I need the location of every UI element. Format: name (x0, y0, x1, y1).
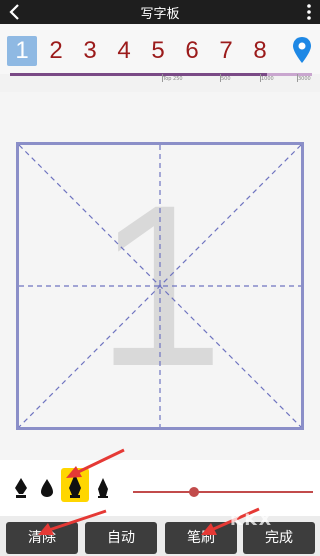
watermark: KKX (230, 510, 274, 529)
number-3-tab[interactable]: 3 (75, 36, 105, 66)
calligraphy-brush-icon[interactable] (90, 472, 116, 502)
character-selector: 1 2 3 4 5 6 7 8 (0, 24, 320, 74)
auto-button[interactable]: 自动 (85, 522, 157, 554)
page-title: 写字板 (140, 7, 180, 22)
stroke-size-slider[interactable] (133, 485, 313, 499)
slider-handle[interactable] (189, 487, 200, 497)
brush-toolbar (0, 460, 320, 516)
tian-zi-grid[interactable]: 1 (16, 142, 304, 430)
grid-lines (16, 142, 304, 430)
number-8-tab[interactable]: 8 (245, 36, 275, 66)
writing-canvas[interactable]: 1 (0, 92, 320, 460)
number-4-tab[interactable]: 4 (109, 36, 139, 66)
location-pin-icon[interactable] (291, 36, 313, 64)
number-7-tab[interactable]: 7 (211, 36, 241, 66)
more-options-icon[interactable] (304, 3, 314, 21)
tick-label: Top 250 (162, 74, 183, 82)
brush-pen-icon (69, 474, 81, 498)
number-6-tab[interactable]: 6 (177, 36, 207, 66)
number-1-tab[interactable]: 1 (7, 36, 37, 66)
tick-label: 3000 (297, 74, 311, 82)
ruler-ticks: Top 250 500 1000 3000 (0, 74, 320, 90)
fountain-pen-icon[interactable] (8, 472, 34, 502)
brush-button[interactable]: 笔刷 (165, 522, 237, 554)
slider-track (133, 491, 313, 493)
number-5-tab[interactable]: 5 (143, 36, 173, 66)
clear-button[interactable]: 清除 (6, 522, 78, 554)
tick-label: 1000 (260, 74, 274, 82)
selected-brush-highlight[interactable] (61, 468, 89, 502)
tick-label: 500 (220, 74, 231, 82)
title-bar: 写字板 (0, 0, 320, 24)
ink-drop-icon[interactable] (34, 472, 60, 502)
number-2-tab[interactable]: 2 (41, 36, 71, 66)
